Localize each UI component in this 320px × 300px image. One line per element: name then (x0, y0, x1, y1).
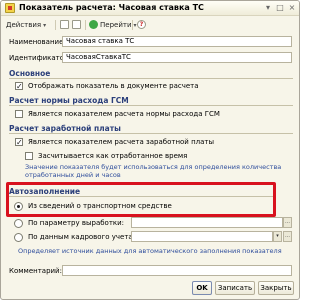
salary-hint-line1: Значение показателя будет использоваться… (25, 163, 282, 171)
section-fuel-title: Расчет нормы расхода ГСМ (9, 96, 129, 105)
hr-data-field[interactable] (131, 231, 273, 242)
salary-indicator-checkbox[interactable]: ✓ (15, 138, 23, 147)
chevron-down-icon: ▾ (43, 22, 47, 29)
fuel-indicator-checkbox[interactable] (15, 110, 23, 118)
toolbar-divider (132, 20, 133, 30)
salary-indicator-label: Является показателем расчета заработной … (28, 138, 215, 146)
show-in-document-checkbox[interactable]: ✓ (15, 82, 23, 91)
window-menu-icon[interactable]: ▾ (263, 3, 273, 13)
copy-icon[interactable] (72, 20, 81, 29)
toolbar-divider (55, 20, 56, 30)
output-param-label: По параметру выработки: (28, 219, 125, 227)
window-title: Показатель расчета: Часовая ставка ТС (19, 3, 204, 12)
vehicle-source-radio[interactable] (14, 202, 23, 211)
goto-icon (89, 20, 98, 29)
autofill-hint: Определяет источник данных для автоматич… (18, 247, 282, 255)
worked-time-label: Засчитывается как отработанное время (38, 152, 188, 160)
name-label: Наименование: (9, 38, 66, 46)
hr-data-dropdown-icon[interactable]: ▾ (273, 231, 282, 242)
comment-label: Комментарий: (9, 267, 62, 275)
ok-button[interactable]: OK (192, 281, 212, 295)
section-divider (9, 196, 273, 197)
title-bar: Показатель расчета: Часовая ставка ТС ▾ … (1, 1, 299, 16)
save-button[interactable]: Записать (215, 281, 255, 295)
name-field[interactable]: Часовая ставка ТС (62, 36, 292, 47)
comment-field[interactable] (62, 265, 292, 276)
close-icon[interactable]: × (287, 3, 297, 13)
app-icon (5, 3, 15, 13)
toolbar-divider (85, 20, 86, 30)
vehicle-source-label: Из сведений о транспортном средстве (28, 202, 172, 210)
footer-bar: OK Записать Закрыть (1, 279, 299, 299)
maximize-icon[interactable]: □ (275, 3, 285, 13)
actions-label: Действия (6, 21, 42, 29)
section-divider (9, 105, 293, 106)
toolbar: Действия ▾ Перейти ▾ ? (1, 17, 299, 32)
salary-hint-line2: отработанных дней и часов (25, 171, 121, 179)
section-autofill-title: Автозаполнение (9, 187, 81, 196)
hr-data-radio[interactable] (14, 233, 23, 242)
hr-data-label: По данным кадрового учета: (28, 233, 136, 241)
show-in-document-label: Отображать показатель в документе расчет… (28, 82, 199, 90)
fuel-indicator-label: Является показателем расчета нормы расхо… (28, 110, 220, 118)
hr-data-select-icon[interactable]: … (283, 231, 292, 242)
close-button[interactable]: Закрыть (258, 281, 294, 295)
help-icon[interactable]: ? (137, 20, 146, 29)
section-divider (9, 78, 293, 79)
dialog-window: Показатель расчета: Часовая ставка ТС ▾ … (0, 0, 300, 300)
section-main-title: Основное (9, 69, 51, 78)
section-divider (9, 133, 293, 134)
worked-time-checkbox[interactable] (25, 152, 33, 160)
section-salary-title: Расчет заработной платы (9, 124, 121, 133)
save-icon[interactable] (60, 20, 69, 29)
actions-menu[interactable]: Действия ▾ (6, 19, 46, 31)
output-param-field[interactable] (131, 217, 283, 228)
output-param-radio[interactable] (14, 219, 23, 228)
identifier-field[interactable]: ЧасоваяСтавкаТС (62, 52, 292, 63)
goto-label: Перейти (100, 21, 132, 29)
output-param-select-icon[interactable]: … (283, 217, 292, 228)
